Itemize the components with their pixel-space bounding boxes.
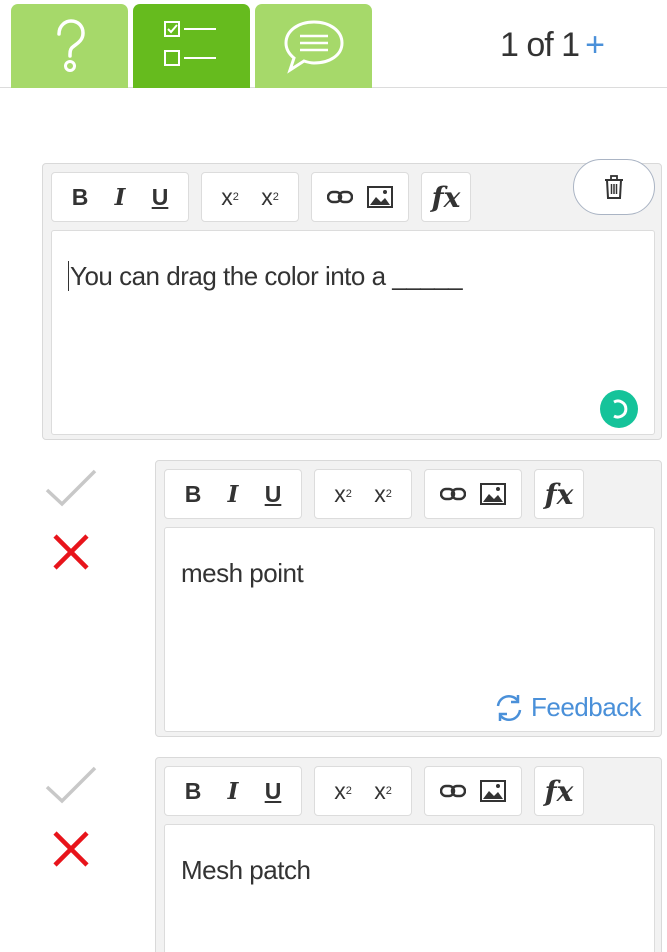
formula-button[interactable]: fx <box>539 771 579 811</box>
correct-check-icon[interactable] <box>44 468 98 508</box>
link-button[interactable] <box>320 177 360 217</box>
delete-button[interactable] <box>573 159 655 215</box>
answer-toolbar: B I U x2 x2 fx <box>164 766 596 818</box>
item-counter: 1 of 1 + <box>500 26 605 65</box>
bold-button[interactable]: B <box>173 474 213 514</box>
insert-group <box>311 172 409 222</box>
formula-group: fx <box>534 469 584 519</box>
superscript-button[interactable]: x2 <box>210 177 250 217</box>
tab-options[interactable] <box>133 4 250 88</box>
feedback-label: Feedback <box>531 692 642 722</box>
image-icon <box>367 186 393 208</box>
insert-group <box>424 469 522 519</box>
format-group: B I U <box>164 766 302 816</box>
answer-text: Mesh patch <box>181 855 311 885</box>
script-group: x2 x2 <box>314 469 412 519</box>
tab-bar: 1 of 1 + <box>0 0 667 88</box>
feedback-button[interactable]: Feedback <box>493 692 642 723</box>
link-button[interactable] <box>433 474 473 514</box>
question-toolbar: B I U x2 x2 fx <box>51 172 483 224</box>
formula-group: fx <box>421 172 471 222</box>
answer-text: mesh point <box>181 558 304 588</box>
italic-button[interactable]: I <box>213 771 253 811</box>
insert-group <box>424 766 522 816</box>
answer-toolbar: B I U x2 x2 fx <box>164 469 596 521</box>
italic-button[interactable]: I <box>100 177 140 217</box>
image-button[interactable] <box>473 474 513 514</box>
bold-button[interactable]: B <box>173 771 213 811</box>
grammarly-button[interactable] <box>600 390 638 428</box>
counter-text: 1 of 1 <box>500 26 580 64</box>
image-button[interactable] <box>473 771 513 811</box>
answer-editor-1: B I U x2 x2 fx mesh point Feedback <box>155 460 662 737</box>
checklist-icon <box>163 21 216 66</box>
question-text-area[interactable]: You can drag the color into a _____ <box>51 230 655 435</box>
format-group: B I U <box>164 469 302 519</box>
link-icon <box>327 190 353 204</box>
tab-comment[interactable] <box>255 4 372 88</box>
formula-button[interactable]: fx <box>426 177 466 217</box>
superscript-button[interactable]: x2 <box>323 771 363 811</box>
trash-icon <box>605 175 623 199</box>
image-icon <box>480 483 506 505</box>
link-button[interactable] <box>433 771 473 811</box>
speech-bubble-icon <box>283 20 344 74</box>
subscript-button[interactable]: x2 <box>363 771 403 811</box>
formula-button[interactable]: fx <box>539 474 579 514</box>
answer-text-area[interactable]: Mesh patch <box>164 824 655 952</box>
image-button[interactable] <box>360 177 400 217</box>
subscript-button[interactable]: x2 <box>250 177 290 217</box>
grammarly-icon <box>613 399 628 419</box>
question-mark-icon <box>56 19 85 72</box>
add-item-button[interactable]: + <box>585 26 605 64</box>
format-group: B I U <box>51 172 189 222</box>
script-group: x2 x2 <box>314 766 412 816</box>
subscript-button[interactable]: x2 <box>363 474 403 514</box>
wrong-x-icon[interactable] <box>51 532 91 572</box>
formula-group: fx <box>534 766 584 816</box>
superscript-button[interactable]: x2 <box>323 474 363 514</box>
link-icon <box>440 784 466 798</box>
underline-button[interactable]: U <box>253 771 293 811</box>
image-icon <box>480 780 506 802</box>
tab-help[interactable] <box>11 4 128 88</box>
wrong-x-icon[interactable] <box>51 829 91 869</box>
underline-button[interactable]: U <box>140 177 180 217</box>
refresh-icon <box>496 694 522 721</box>
underline-button[interactable]: U <box>253 474 293 514</box>
answer-editor-2: B I U x2 x2 fx Mesh patch <box>155 757 662 952</box>
correct-check-icon[interactable] <box>44 765 98 805</box>
script-group: x2 x2 <box>201 172 299 222</box>
question-editor: B I U x2 x2 fx You can drag the color in… <box>42 159 662 440</box>
bold-button[interactable]: B <box>60 177 100 217</box>
link-icon <box>440 487 466 501</box>
italic-button[interactable]: I <box>213 474 253 514</box>
question-text: You can drag the color into a _____ <box>68 261 463 291</box>
answer-text-area[interactable]: mesh point Feedback <box>164 527 655 732</box>
